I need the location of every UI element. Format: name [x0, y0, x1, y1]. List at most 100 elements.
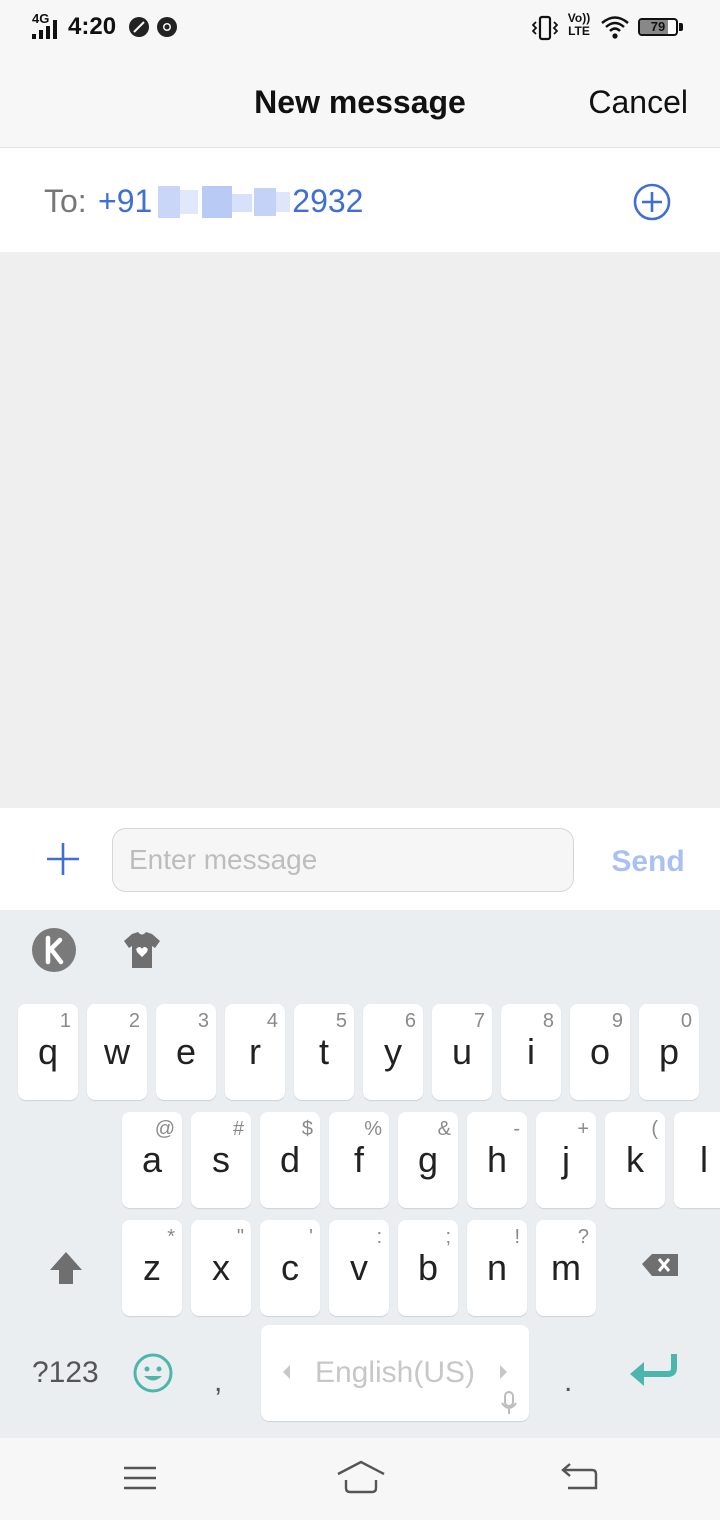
key-x[interactable]: " x	[191, 1220, 251, 1316]
shift-key[interactable]	[18, 1220, 114, 1316]
message-input[interactable]	[112, 828, 574, 892]
key-a[interactable]: @ a	[122, 1112, 182, 1208]
key-label: b	[417, 1247, 439, 1288]
message-composer: Send	[0, 808, 720, 910]
key-hint: ;	[445, 1226, 451, 1248]
period-key[interactable]: .	[564, 1362, 572, 1402]
key-r[interactable]: 4r	[225, 1004, 285, 1100]
key-hint: %	[364, 1118, 382, 1140]
chrome-notification-icon	[156, 16, 178, 38]
network-signal-icon: 4G	[32, 12, 62, 40]
key-label: w	[104, 1031, 130, 1072]
key-label: d	[279, 1139, 301, 1180]
key-hint: 8	[542, 1010, 554, 1032]
keyboard: 1q2w3e4r5t6y7u8i9o0p @a#s$d%f&g-h+j(k)l …	[0, 910, 720, 1438]
cancel-button[interactable]: Cancel	[588, 82, 688, 122]
key-b[interactable]: ; b	[398, 1220, 458, 1316]
microphone-icon	[501, 1391, 517, 1414]
key-s[interactable]: # s	[191, 1112, 251, 1208]
emoji-key[interactable]	[132, 1352, 174, 1394]
comma-key[interactable]: ,	[214, 1362, 222, 1402]
key-hint: 9	[611, 1010, 623, 1032]
key-hint: (	[651, 1118, 658, 1140]
back-button[interactable]	[558, 1458, 602, 1498]
key-hint: '	[309, 1226, 313, 1248]
navigation-bar	[0, 1438, 720, 1520]
vibrate-icon	[531, 14, 559, 42]
home-button[interactable]	[336, 1458, 386, 1498]
key-c[interactable]: ' c	[260, 1220, 320, 1316]
status-bar: 4G 4:20 Vo)) LTE 79	[0, 0, 720, 56]
key-hint: 0	[680, 1010, 692, 1032]
key-hint: 6	[404, 1010, 416, 1032]
key-l[interactable]: )l	[674, 1112, 720, 1208]
key-label: y	[384, 1031, 402, 1072]
recipient-number-prefix: +91	[98, 183, 153, 219]
key-n[interactable]: ! n	[467, 1220, 527, 1316]
recipient-row[interactable]: To: +91 2932	[0, 148, 720, 252]
key-hint: :	[376, 1226, 382, 1248]
key-hint: 4	[266, 1010, 278, 1032]
volte-icon: Vo)) LTE	[564, 12, 594, 38]
key-h[interactable]: -h	[467, 1112, 527, 1208]
key-label: j	[562, 1139, 570, 1180]
home-icon	[337, 1460, 385, 1494]
key-k[interactable]: (k	[605, 1112, 665, 1208]
key-e[interactable]: 3e	[156, 1004, 216, 1100]
menu-button[interactable]	[118, 1458, 162, 1498]
key-g[interactable]: & g	[398, 1112, 458, 1208]
to-label: To:	[44, 183, 87, 219]
space-key[interactable]: English(US)	[261, 1325, 529, 1421]
key-j[interactable]: + j	[536, 1112, 596, 1208]
key-label: n	[486, 1247, 508, 1288]
key-hint: "	[236, 1226, 244, 1248]
volte-bottom: LTE	[568, 24, 590, 38]
key-label: k	[626, 1139, 644, 1180]
add-recipient-button[interactable]	[632, 182, 672, 222]
key-p[interactable]: 0p	[639, 1004, 699, 1100]
send-button[interactable]: Send	[600, 842, 696, 882]
key-label: u	[451, 1031, 473, 1072]
key-hint: 1	[59, 1010, 71, 1032]
header: New message Cancel	[0, 56, 720, 148]
backspace-icon	[642, 1254, 678, 1276]
key-label: c	[281, 1247, 299, 1288]
kika-logo-icon[interactable]	[30, 926, 78, 974]
key-i[interactable]: 8i	[501, 1004, 561, 1100]
attach-button[interactable]	[44, 840, 82, 878]
key-o[interactable]: 9o	[570, 1004, 630, 1100]
key-hint: !	[514, 1226, 520, 1248]
key-d[interactable]: $ d	[260, 1112, 320, 1208]
enter-key[interactable]	[626, 1350, 682, 1390]
key-hint: #	[232, 1118, 244, 1140]
emoji-icon	[133, 1353, 173, 1393]
recipient-number-suffix: 2932	[292, 183, 364, 219]
backspace-key[interactable]	[606, 1220, 702, 1316]
key-label: f	[353, 1139, 364, 1180]
key-label: e	[175, 1031, 197, 1072]
key-label: i	[527, 1031, 535, 1072]
key-y[interactable]: 6y	[363, 1004, 423, 1100]
key-label: l	[700, 1139, 708, 1180]
key-label: z	[143, 1247, 161, 1288]
battery-icon: 79	[638, 18, 684, 38]
key-u[interactable]: 7u	[432, 1004, 492, 1100]
key-z[interactable]: * z	[122, 1220, 182, 1316]
menu-icon	[124, 1466, 156, 1490]
key-v[interactable]: :v	[329, 1220, 389, 1316]
key-hint: ?	[577, 1226, 589, 1248]
key-label: r	[249, 1031, 261, 1072]
plus-circle-icon	[633, 183, 671, 221]
key-q[interactable]: 1q	[18, 1004, 78, 1100]
symbols-key[interactable]: ?123	[32, 1353, 99, 1393]
key-hint: 2	[128, 1010, 140, 1032]
key-m[interactable]: ? m	[536, 1220, 596, 1316]
theme-shirt-icon[interactable]	[118, 926, 166, 974]
leaf-notification-icon	[128, 16, 150, 38]
redacted-digits	[158, 186, 290, 218]
status-time: 4:20	[68, 13, 117, 40]
key-f[interactable]: % f	[329, 1112, 389, 1208]
key-t[interactable]: 5t	[294, 1004, 354, 1100]
battery-level: 79	[650, 19, 666, 34]
key-w[interactable]: 2w	[87, 1004, 147, 1100]
